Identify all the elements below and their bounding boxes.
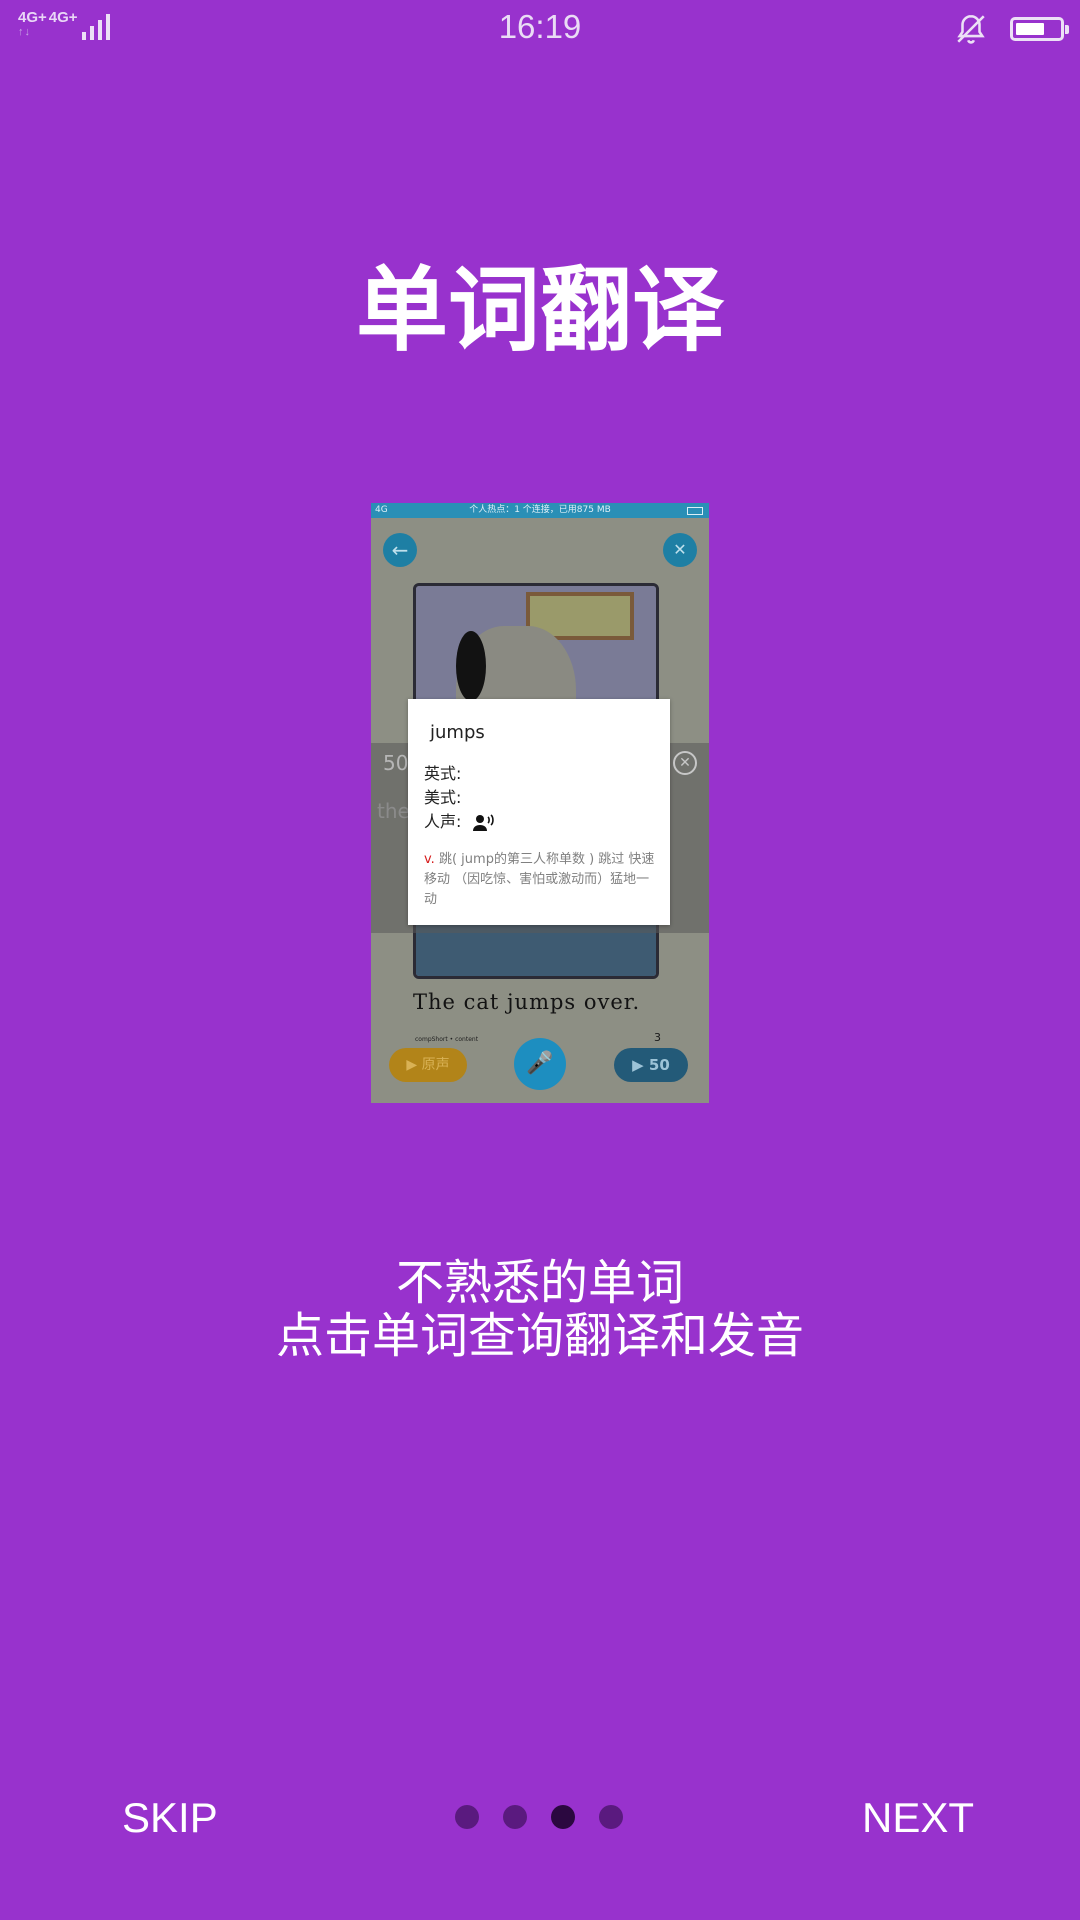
page-dot-3-active[interactable] [551, 1805, 575, 1829]
preview-original-button: ▶ 原声 [389, 1048, 467, 1082]
voice-row: 人声: [424, 808, 495, 832]
page-dot-4[interactable] [599, 1805, 623, 1829]
american-pronunciation-label: 美式: [424, 788, 462, 807]
preview-sentence: The cat jumps over. [413, 990, 641, 1014]
skip-button[interactable]: SKIP [122, 1794, 218, 1842]
subtitle-line-2: 点击单词查询翻译和发音 [275, 1308, 804, 1364]
preview-count: 3 [654, 1031, 661, 1044]
back-arrow-icon: ← [383, 533, 417, 567]
british-pronunciation-label: 英式: [424, 764, 462, 783]
popup-word: jumps [430, 722, 485, 743]
clock: 16:19 [498, 8, 582, 45]
next-button[interactable]: NEXT [862, 1794, 974, 1842]
preview-play-button: ▶ 50 [614, 1048, 688, 1082]
microphone-icon: 🎤 [514, 1038, 566, 1090]
voice-label: 人声: [424, 812, 462, 831]
status-bar: 4G+ ↑↓ 4G+ 16:19 [0, 0, 1080, 60]
page-dot-2[interactable] [503, 1805, 527, 1829]
popup-definition: v. 跳( jump的第三人称单数 ) 跳过 快速移动 （因吃惊、害怕或激动而）… [424, 852, 655, 907]
page-indicator [455, 1805, 647, 1829]
mute-icon: ✕ [663, 533, 697, 567]
battery-icon [1010, 17, 1069, 41]
page-dot-1[interactable] [455, 1805, 479, 1829]
speaker-person-icon [472, 813, 494, 831]
subtitle-line-1: 不熟悉的单词 [395, 1255, 684, 1311]
preview-small-caption: compShort • content [415, 1036, 479, 1043]
page-title: 单词翻译 [355, 257, 724, 364]
bell-off-icon [957, 14, 985, 44]
close-icon: ✕ [673, 751, 697, 775]
preview-status-bar: 4G 个人热点：1 个连接，已用875 MB [371, 503, 709, 518]
word-translation-popup: jumps 英式: 美式: 人声: v. 跳( jump的第三人称单数 ) 跳过… [408, 699, 670, 925]
